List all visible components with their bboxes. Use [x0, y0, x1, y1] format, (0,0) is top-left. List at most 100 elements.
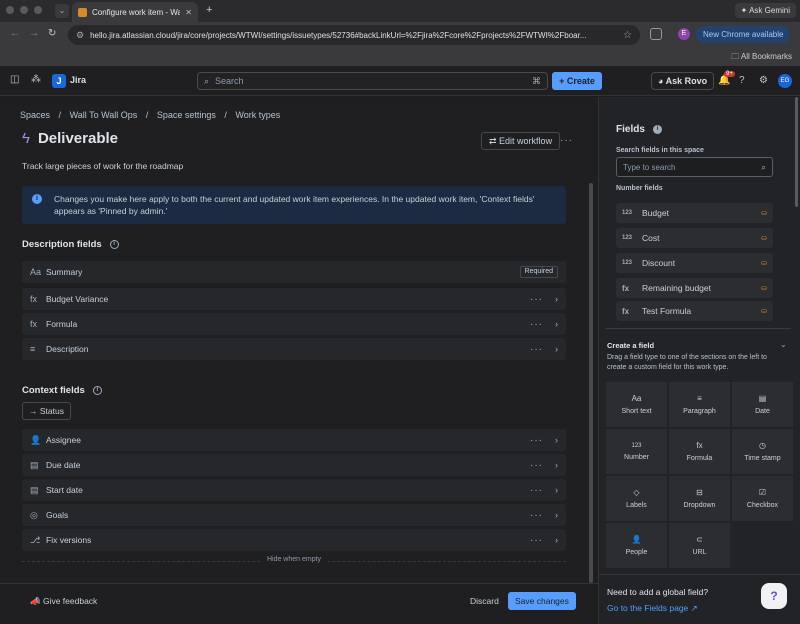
more-icon[interactable]: ··· [530, 294, 543, 305]
jira-logo-icon[interactable]: J [52, 74, 66, 88]
chevron-right-icon[interactable]: › [555, 485, 558, 495]
breadcrumb: Spaces / Wall To Wall Ops / Space settin… [20, 110, 286, 120]
profile-icon[interactable]: E [678, 28, 690, 40]
field-type-grid: Aa Short text ≡ Paragraph ▤ Date 123 Number … [606, 382, 793, 568]
extension-icon[interactable] [650, 28, 662, 40]
sidebar-scrollbar[interactable] [795, 97, 798, 207]
more-icon[interactable]: ··· [530, 535, 543, 546]
field-label: Formula [46, 319, 78, 329]
new-chrome-available-button[interactable]: New Chrome available [696, 26, 791, 43]
info-icon[interactable]: i [109, 240, 119, 249]
field-row-summary[interactable]: Aa Summary Required [22, 261, 566, 283]
field-row-budget-variance[interactable]: fx Budget Variance ··· › [22, 288, 566, 310]
app-name: Jira [70, 75, 87, 85]
drag-handle-icon[interactable]: ⛀ [761, 259, 767, 267]
drag-handle-icon[interactable]: ⛀ [761, 209, 767, 217]
address-bar[interactable]: ⚙ hello.jira.atlassian.cloud/jira/core/p… [68, 25, 640, 45]
close-tab-icon[interactable]: ✕ [185, 8, 192, 17]
status-chip[interactable]: → Status [22, 402, 71, 420]
breadcrumb-spaces[interactable]: Spaces [20, 110, 50, 120]
chevron-right-icon[interactable]: › [555, 510, 558, 520]
fields-page-link[interactable]: Go to the Fields page ↗ [607, 603, 698, 614]
window-controls[interactable] [6, 6, 42, 14]
field-type-checkbox[interactable]: ☑ Checkbox [732, 476, 793, 521]
field-row-fix-versions[interactable]: ⎇ Fix versions ··· › [22, 529, 566, 551]
more-icon[interactable]: ··· [530, 460, 543, 471]
help-assistant-icon[interactable]: ? [761, 583, 787, 609]
back-icon[interactable]: ← [10, 28, 20, 39]
field-type-number[interactable]: 123 Number [606, 429, 667, 474]
drag-handle-icon[interactable]: ⛀ [761, 284, 767, 292]
field-item-budget[interactable]: 123 Budget ⛀ [616, 203, 773, 223]
bookmarks-label: All Bookmarks [740, 52, 792, 61]
chevron-right-icon[interactable]: › [555, 535, 558, 545]
field-row-goals[interactable]: ◎ Goals ··· › [22, 504, 566, 526]
save-changes-button[interactable]: Save changes [508, 592, 576, 610]
calendar-icon: ▤ [30, 484, 39, 495]
info-icon[interactable]: i [652, 125, 662, 134]
avatar[interactable]: EG [778, 74, 792, 88]
field-search-input[interactable]: Type to search ⌕ [616, 157, 773, 177]
field-item-remaining-budget[interactable]: fx Remaining budget ⛀ [616, 278, 773, 298]
more-icon[interactable]: ··· [530, 344, 543, 355]
drag-handle-icon[interactable]: ⛀ [761, 307, 767, 315]
field-type-paragraph[interactable]: ≡ Paragraph [669, 382, 730, 427]
field-type-url[interactable]: ⊂ URL [669, 523, 730, 568]
create-button[interactable]: + Create [552, 72, 602, 90]
field-item-discount[interactable]: 123 Discount ⛀ [616, 253, 773, 273]
chevron-right-icon[interactable]: › [555, 344, 558, 354]
field-type-people[interactable]: 👤 People [606, 523, 667, 568]
chevron-right-icon[interactable]: › [555, 294, 558, 304]
field-type-labels[interactable]: ◇ Labels [606, 476, 667, 521]
field-item-test-formula[interactable]: fx Test Formula ⛀ [616, 301, 773, 321]
bookmark-star-icon[interactable]: ☆ [623, 30, 632, 41]
breadcrumb-space[interactable]: Wall To Wall Ops [70, 110, 138, 120]
chevron-down-icon[interactable]: ⌄ [780, 340, 787, 349]
field-type-dropdown[interactable]: ⊟ Dropdown [669, 476, 730, 521]
app-switcher-icon[interactable]: ⁂ [31, 74, 41, 85]
discard-button[interactable]: Discard [470, 596, 499, 606]
field-row-due-date[interactable]: ▤ Due date ··· › [22, 454, 566, 476]
more-icon[interactable]: ··· [530, 485, 543, 496]
settings-gear-icon[interactable]: ⚙ [759, 75, 768, 86]
ask-gemini-button[interactable]: ✦ Ask Gemini [734, 3, 796, 18]
chevron-right-icon[interactable]: › [555, 435, 558, 445]
tab-search-icon[interactable]: ⌄ [55, 4, 69, 18]
new-tab-icon[interactable]: + [206, 4, 212, 16]
site-info-icon[interactable]: ⚙ [76, 30, 84, 41]
tab-title: Configure work item - Wall To [92, 7, 181, 17]
more-icon[interactable]: ··· [530, 319, 543, 330]
field-row-start-date[interactable]: ▤ Start date ··· › [22, 479, 566, 501]
sidebar-toggle-icon[interactable]: ◫ [10, 74, 19, 85]
more-icon[interactable]: ··· [530, 510, 543, 521]
edit-workflow-button[interactable]: ⇄ Edit workflow [481, 132, 561, 150]
info-icon[interactable]: i [92, 386, 102, 395]
more-icon[interactable]: ··· [530, 435, 543, 446]
more-actions-icon[interactable]: ··· [560, 135, 573, 146]
chevron-right-icon[interactable]: › [555, 319, 558, 329]
create-field-heading: Create a field [607, 341, 655, 350]
reload-icon[interactable]: ↻ [48, 28, 56, 39]
field-item-cost[interactable]: 123 Cost ⛀ [616, 228, 773, 248]
breadcrumb-settings[interactable]: Space settings [157, 110, 216, 120]
field-row-formula[interactable]: fx Formula ··· › [22, 313, 566, 335]
field-type-time-stamp[interactable]: ◷ Time stamp [732, 429, 793, 474]
breadcrumb-work-types[interactable]: Work types [235, 110, 280, 120]
give-feedback-button[interactable]: 📣 Give feedback [30, 596, 97, 607]
main-scrollbar[interactable] [589, 183, 593, 583]
search-input[interactable]: ⌕ Search ⌘ [197, 72, 548, 90]
field-type-label: Date [755, 408, 770, 415]
chevron-right-icon[interactable]: › [555, 460, 558, 470]
forward-icon[interactable]: → [29, 28, 39, 39]
field-type-date[interactable]: ▤ Date [732, 382, 793, 427]
drag-handle-icon[interactable]: ⛀ [761, 234, 767, 242]
filter-icon[interactable]: ⌘ [532, 76, 541, 87]
field-type-short-text[interactable]: Aa Short text [606, 382, 667, 427]
browser-tab[interactable]: Configure work item - Wall To ✕ [72, 2, 198, 22]
field-row-description[interactable]: ≡ Description ··· › [22, 338, 566, 360]
all-bookmarks[interactable]: 🗀 All Bookmarks [731, 51, 792, 65]
help-icon[interactable]: ? [739, 75, 745, 86]
field-type-formula[interactable]: fx Formula [669, 429, 730, 474]
field-row-assignee[interactable]: 👤 Assignee ··· › [22, 429, 566, 451]
ask-rovo-button[interactable]: ◕ Ask Rovo [651, 72, 715, 90]
